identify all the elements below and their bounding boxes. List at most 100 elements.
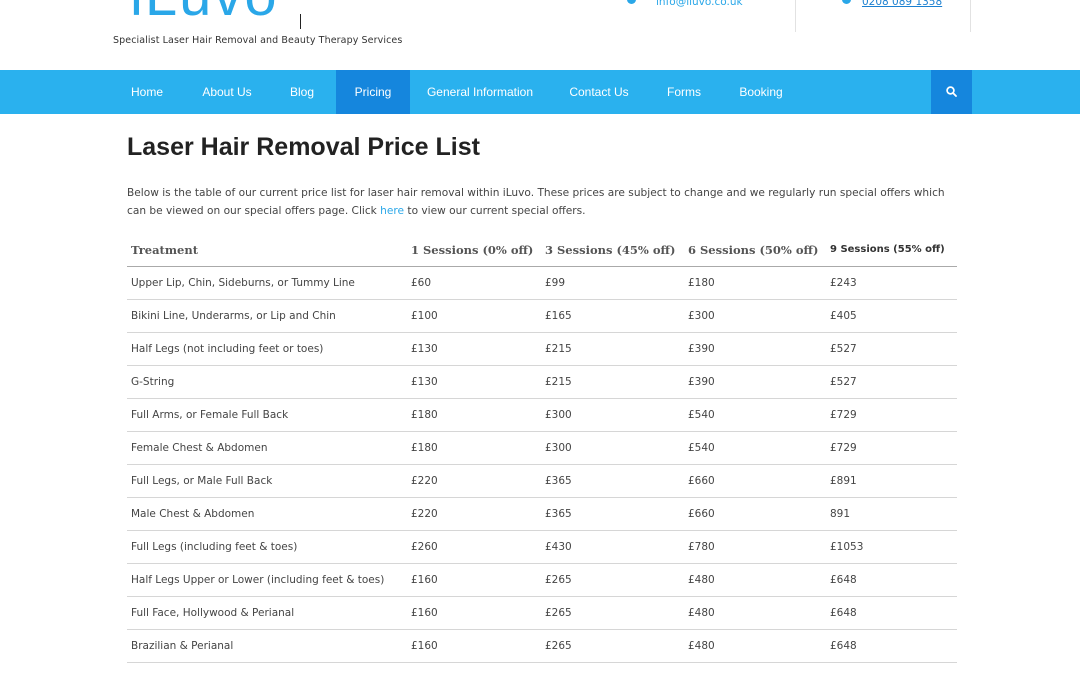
treatment-cell: Brazilian & Perianal <box>127 629 407 663</box>
price-6-sessions: £480 <box>684 563 826 597</box>
price-9-sessions: £1053 <box>826 530 957 564</box>
price-6-sessions: £540 <box>684 398 826 432</box>
treatment-cell: Female Chest & Abdomen <box>127 431 407 465</box>
nav-item-about-us[interactable]: About Us <box>193 70 261 114</box>
price-6-sessions: £480 <box>684 629 826 663</box>
intro-text-end: to view our current special offers. <box>404 205 586 217</box>
treatment-cell: Half Legs (not including feet or toes) <box>127 332 407 366</box>
price-table: Treatment 1 Sessions (0% off) 3 Sessions… <box>127 233 957 663</box>
site-header: iLuvo Specialist Laser Hair Removal and … <box>0 0 1080 70</box>
price-9-sessions: £729 <box>826 398 957 432</box>
treatment-cell: Full Legs, or Male Full Back <box>127 464 407 498</box>
treatment-cell: Male Chest & Abdomen <box>127 497 407 531</box>
phone-link[interactable]: 0208 089 1358 <box>862 0 942 8</box>
email-link[interactable]: info@iluvo.co.uk <box>656 0 743 8</box>
price-3-sessions: £99 <box>541 266 684 300</box>
price-3-sessions: £265 <box>541 563 684 597</box>
price-3-sessions: £430 <box>541 530 684 564</box>
search-icon <box>946 86 957 97</box>
header-divider <box>795 0 796 32</box>
special-offers-link[interactable]: here <box>380 205 404 217</box>
price-1-session: £130 <box>407 365 541 399</box>
table-row: Bikini Line, Underarms, or Lip and Chin £… <box>127 299 957 333</box>
price-3-sessions: £365 <box>541 497 684 531</box>
price-3-sessions: £265 <box>541 629 684 663</box>
table-row: G-String £130 £215 £390 £527 <box>127 365 957 399</box>
main-nav: Home About Us Blog Pricing General Infor… <box>0 70 1080 114</box>
header-divider <box>970 0 971 32</box>
column-header-1-session: 1 Sessions (0% off) <box>407 233 541 267</box>
phone-icon <box>842 0 851 4</box>
table-row: Half Legs (not including feet or toes) £1… <box>127 332 957 366</box>
price-3-sessions: £165 <box>541 299 684 333</box>
table-row: Half Legs Upper or Lower (including feet… <box>127 563 957 597</box>
table-row: Male Chest & Abdomen £220 £365 £660 891 <box>127 497 957 531</box>
price-1-session: £160 <box>407 596 541 630</box>
logo-divider <box>300 14 301 29</box>
price-3-sessions: £265 <box>541 596 684 630</box>
price-9-sessions: £527 <box>826 365 957 399</box>
treatment-cell: Upper Lip, Chin, Sideburns, or Tummy Lin… <box>127 266 407 300</box>
treatment-cell: Full Arms, or Female Full Back <box>127 398 407 432</box>
treatment-cell: G-String <box>127 365 407 399</box>
price-6-sessions: £660 <box>684 497 826 531</box>
price-9-sessions: £648 <box>826 596 957 630</box>
table-header-row: Treatment 1 Sessions (0% off) 3 Sessions… <box>127 233 957 267</box>
price-1-session: £220 <box>407 497 541 531</box>
price-3-sessions: £365 <box>541 464 684 498</box>
price-3-sessions: £215 <box>541 332 684 366</box>
table-row: Upper Lip, Chin, Sideburns, or Tummy Lin… <box>127 266 957 300</box>
column-header-9-sessions: 9 Sessions (55% off) <box>826 233 957 267</box>
price-3-sessions: £215 <box>541 365 684 399</box>
nav-item-blog[interactable]: Blog <box>272 70 332 114</box>
price-9-sessions: £527 <box>826 332 957 366</box>
table-row: Full Legs, or Male Full Back £220 £365 £660… <box>127 464 957 498</box>
price-6-sessions: £390 <box>684 332 826 366</box>
price-6-sessions: £660 <box>684 464 826 498</box>
table-row: Brazilian & Perianal £160 £265 £480 £648 <box>127 629 957 663</box>
price-1-session: £100 <box>407 299 541 333</box>
price-9-sessions: £891 <box>826 464 957 498</box>
price-9-sessions: £729 <box>826 431 957 465</box>
price-6-sessions: £180 <box>684 266 826 300</box>
price-3-sessions: £300 <box>541 398 684 432</box>
price-6-sessions: £300 <box>684 299 826 333</box>
price-1-session: £160 <box>407 629 541 663</box>
price-1-session: £60 <box>407 266 541 300</box>
email-icon <box>627 0 636 4</box>
price-3-sessions: £300 <box>541 431 684 465</box>
site-logo[interactable]: iLuvo <box>130 0 279 29</box>
nav-item-home[interactable]: Home <box>113 70 181 114</box>
treatment-cell: Full Legs (including feet & toes) <box>127 530 407 564</box>
price-9-sessions: £648 <box>826 629 957 663</box>
search-button[interactable] <box>931 70 972 114</box>
column-header-3-sessions: 3 Sessions (45% off) <box>541 233 684 267</box>
table-row: Full Legs (including feet & toes) £260 £43… <box>127 530 957 564</box>
site-tagline: Specialist Laser Hair Removal and Beauty… <box>113 35 403 46</box>
nav-item-general-information[interactable]: General Information <box>420 70 540 114</box>
nav-item-booking[interactable]: Booking <box>730 70 792 114</box>
price-1-session: £160 <box>407 563 541 597</box>
intro-paragraph: Below is the table of our current price … <box>127 184 957 220</box>
treatment-cell: Half Legs Upper or Lower (including feet… <box>127 563 407 597</box>
price-1-session: £220 <box>407 464 541 498</box>
nav-item-forms[interactable]: Forms <box>658 70 710 114</box>
price-6-sessions: £780 <box>684 530 826 564</box>
price-6-sessions: £540 <box>684 431 826 465</box>
price-1-session: £260 <box>407 530 541 564</box>
nav-item-contact-us[interactable]: Contact Us <box>560 70 638 114</box>
price-9-sessions: 891 <box>826 497 957 531</box>
page-title: Laser Hair Removal Price List <box>127 133 480 161</box>
price-6-sessions: £390 <box>684 365 826 399</box>
column-header-treatment: Treatment <box>127 233 407 267</box>
price-9-sessions: £648 <box>826 563 957 597</box>
price-9-sessions: £243 <box>826 266 957 300</box>
price-1-session: £130 <box>407 332 541 366</box>
table-row: Full Face, Hollywood & Perianal £160 £265 £… <box>127 596 957 630</box>
nav-item-pricing[interactable]: Pricing <box>336 70 410 114</box>
price-6-sessions: £480 <box>684 596 826 630</box>
price-1-session: £180 <box>407 431 541 465</box>
table-row: Full Arms, or Female Full Back £180 £300 £5… <box>127 398 957 432</box>
price-9-sessions: £405 <box>826 299 957 333</box>
column-header-6-sessions: 6 Sessions (50% off) <box>684 233 826 267</box>
